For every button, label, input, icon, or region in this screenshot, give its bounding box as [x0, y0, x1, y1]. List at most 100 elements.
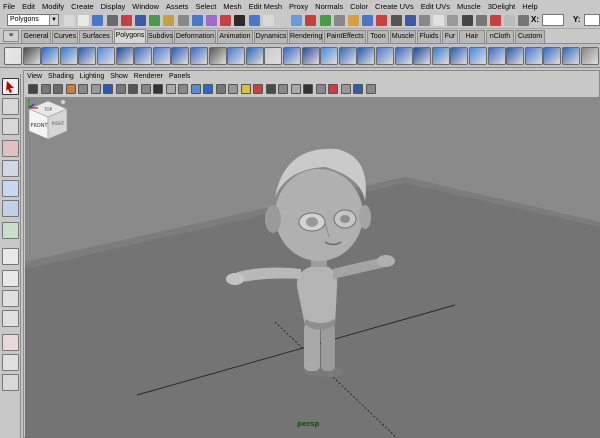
shelf-tool-11-icon[interactable]	[190, 47, 208, 65]
menu-file[interactable]: File	[3, 2, 15, 11]
status-tool-22-icon[interactable]	[362, 15, 374, 26]
menu-select[interactable]: Select	[195, 2, 216, 11]
status-tool-32-icon[interactable]	[504, 15, 516, 26]
status-tool-14-icon[interactable]	[248, 15, 260, 26]
status-tool-27-icon[interactable]	[433, 15, 445, 26]
shelf-tool-27-icon[interactable]	[487, 47, 506, 65]
layout-graph-icon[interactable]	[2, 310, 19, 327]
status-tool-1-icon[interactable]	[64, 15, 75, 26]
shelf-tool-7-icon[interactable]	[115, 47, 134, 65]
last-tool-icon[interactable]	[2, 222, 19, 239]
panel-tool-27-icon[interactable]	[353, 84, 363, 94]
tab-general[interactable]: General	[21, 30, 51, 43]
panel-tool-8-icon[interactable]	[115, 84, 126, 94]
shelf-tool-25-icon[interactable]	[450, 47, 469, 65]
tab-surfaces[interactable]: Surfaces	[79, 30, 113, 43]
shelf-tool-20-icon[interactable]	[357, 47, 376, 65]
menu-display[interactable]: Display	[101, 2, 126, 11]
shelf-tool-9-icon[interactable]	[152, 47, 171, 65]
panel-tool-4-icon[interactable]	[65, 84, 76, 94]
status-tool-26-icon[interactable]	[419, 15, 430, 26]
tab-subdivs[interactable]: Subdivs	[147, 30, 173, 43]
status-tool-23-icon[interactable]	[376, 15, 388, 26]
panel-tool-25-icon[interactable]	[328, 84, 338, 94]
status-tool-4-icon[interactable]	[106, 15, 118, 26]
menu-edit-uvs[interactable]: Edit UVs	[421, 2, 450, 11]
y-coord-field[interactable]	[584, 14, 600, 26]
tab-hair[interactable]: Hair	[459, 30, 485, 43]
tab-rendering[interactable]: Rendering	[289, 30, 323, 43]
status-tool-29-icon[interactable]	[461, 15, 473, 26]
shelf-tool-26-icon[interactable]	[469, 47, 487, 65]
panel-tool-13-icon[interactable]	[178, 84, 188, 94]
panel-tool-26-icon[interactable]	[340, 84, 351, 94]
status-tool-7-icon[interactable]	[149, 15, 161, 26]
tab-toon[interactable]: Toon	[367, 30, 389, 43]
shelf-tool-17-icon[interactable]	[301, 47, 320, 65]
status-tool-10-icon[interactable]	[191, 15, 203, 26]
menu-mesh[interactable]: Mesh	[223, 2, 241, 11]
panel-menu-show[interactable]: Show	[110, 73, 128, 80]
panel-menu-lighting[interactable]: Lighting	[80, 73, 105, 80]
panel-tool-28-icon[interactable]	[365, 84, 376, 94]
tab-fur[interactable]: Fur	[442, 30, 458, 43]
status-tool-13-icon[interactable]	[234, 15, 246, 26]
menu-create-uvs[interactable]: Create UVs	[375, 2, 414, 11]
status-tool-17-icon[interactable]	[291, 15, 303, 26]
menu-create[interactable]: Create	[71, 2, 94, 11]
tab-animation[interactable]: Animation	[217, 30, 253, 43]
panel-tool-21-icon[interactable]	[278, 84, 288, 94]
shelf-tool-29-icon[interactable]	[524, 47, 543, 65]
status-tool-5-icon[interactable]	[120, 15, 132, 26]
shelf-tool-23-icon[interactable]	[413, 47, 432, 65]
shelf-tool-4-icon[interactable]	[59, 47, 78, 65]
3d-viewport[interactable]: TOP FRONT RIGHT persp	[25, 97, 600, 438]
status-tool-8-icon[interactable]	[163, 15, 175, 26]
layout-render-icon[interactable]	[2, 354, 19, 371]
shelf-tool-8-icon[interactable]	[134, 47, 153, 65]
panel-tool-6-icon[interactable]	[90, 84, 101, 94]
panel-tool-10-icon[interactable]	[140, 84, 151, 94]
menu-muscle[interactable]: Muscle	[457, 2, 481, 11]
move-tool-icon[interactable]	[2, 140, 19, 157]
status-tool-15-icon[interactable]	[262, 15, 274, 26]
panel-tool-22-icon[interactable]	[290, 84, 301, 94]
rotate-tool-icon[interactable]	[2, 160, 19, 177]
shelf-tool-14-icon[interactable]	[245, 47, 264, 65]
tab-custom[interactable]: Custom	[515, 30, 545, 43]
menu-proxy[interactable]: Proxy	[289, 2, 308, 11]
status-tool-20-icon[interactable]	[333, 15, 345, 26]
panel-tool-17-icon[interactable]	[228, 84, 238, 94]
x-coord-field[interactable]	[542, 14, 564, 26]
status-tool-2-icon[interactable]	[78, 15, 90, 26]
menu-modify[interactable]: Modify	[42, 2, 64, 11]
panel-tool-16-icon[interactable]	[215, 84, 226, 94]
panel-tool-12-icon[interactable]	[165, 84, 176, 94]
menu-set-dropdown[interactable]: Polygons ▼	[7, 14, 59, 26]
status-tool-21-icon[interactable]	[348, 15, 359, 26]
shelf-tool-32-icon[interactable]	[580, 47, 599, 65]
menu-normals[interactable]: Normals	[315, 2, 343, 11]
panel-tool-15-icon[interactable]	[203, 84, 213, 94]
shelf-tool-21-icon[interactable]	[376, 47, 394, 65]
shelf-tool-2-icon[interactable]	[22, 47, 41, 65]
status-tool-28-icon[interactable]	[447, 15, 459, 26]
manipulator-icon[interactable]	[2, 200, 19, 217]
panel-menu-shading[interactable]: Shading	[48, 73, 74, 80]
menu-help[interactable]: Help	[522, 2, 537, 11]
menu-edit-mesh[interactable]: Edit Mesh	[249, 2, 282, 11]
tab-dynamics[interactable]: Dynamics	[254, 30, 288, 43]
shelf-tool-3-icon[interactable]	[41, 47, 60, 65]
shelf-tool-10-icon[interactable]	[171, 47, 190, 65]
shelf-tool-15-icon[interactable]	[264, 47, 283, 65]
status-tool-19-icon[interactable]	[319, 15, 331, 26]
panel-tool-1-icon[interactable]	[28, 84, 38, 94]
shelf-tool-28-icon[interactable]	[506, 47, 525, 65]
shelf-tool-18-icon[interactable]	[320, 47, 339, 65]
status-tool-6-icon[interactable]	[135, 15, 146, 26]
status-tool-18-icon[interactable]	[305, 15, 317, 26]
tab-deformation[interactable]: Deformation	[174, 30, 216, 43]
shelf-menu-icon[interactable]: ≡	[3, 30, 19, 42]
status-tool-30-icon[interactable]	[475, 15, 487, 26]
panel-tool-3-icon[interactable]	[53, 84, 63, 94]
